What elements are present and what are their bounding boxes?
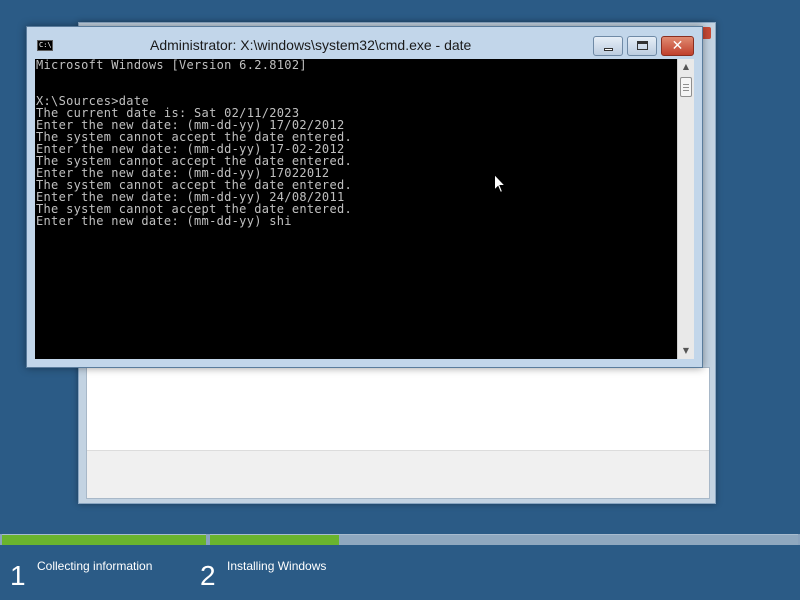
progress-fill [2, 535, 206, 545]
scroll-down-arrow-icon[interactable]: ▼ [678, 343, 694, 359]
close-button[interactable]: ✕ [661, 36, 694, 56]
cmd-window[interactable]: C:\ Administrator: X:\windows\system32\c… [26, 26, 703, 368]
progress-segment-installing [210, 534, 798, 545]
step-number: 1 [10, 560, 26, 591]
minimize-icon [604, 48, 613, 51]
vertical-scrollbar[interactable]: ▲ ▼ [677, 59, 694, 359]
mouse-pointer-icon [494, 174, 506, 194]
cmd-titlebar[interactable]: C:\ Administrator: X:\windows\system32\c… [27, 27, 702, 59]
close-icon: ✕ [671, 38, 684, 54]
step-label: Installing Windows [227, 559, 327, 573]
step-label: Collecting information [37, 559, 153, 573]
console-input-line[interactable]: Enter the new date: (mm-dd-yy) shi [35, 215, 677, 227]
progress-segment-collecting [2, 534, 206, 545]
minimize-button[interactable] [593, 36, 623, 56]
grip-line [683, 90, 689, 91]
setup-content-area [86, 367, 710, 499]
cmd-app-icon[interactable]: C:\ [37, 40, 53, 51]
maximize-button[interactable] [627, 36, 657, 56]
grip-line [683, 84, 689, 85]
step-number: 2 [200, 560, 216, 591]
setup-footer [87, 450, 709, 498]
scroll-up-arrow-icon[interactable]: ▲ [678, 59, 694, 75]
setup-progress-bar [0, 534, 800, 545]
console-line: Microsoft Windows [Version 6.2.8102] [36, 59, 307, 72]
maximize-icon [637, 41, 648, 50]
scroll-thumb[interactable] [680, 77, 692, 97]
window-title: Administrator: X:\windows\system32\cmd.e… [150, 37, 472, 53]
progress-fill [210, 535, 340, 545]
grip-line [683, 87, 689, 88]
console-output[interactable]: Microsoft Windows [Version 6.2.8102] X:\… [35, 59, 677, 359]
